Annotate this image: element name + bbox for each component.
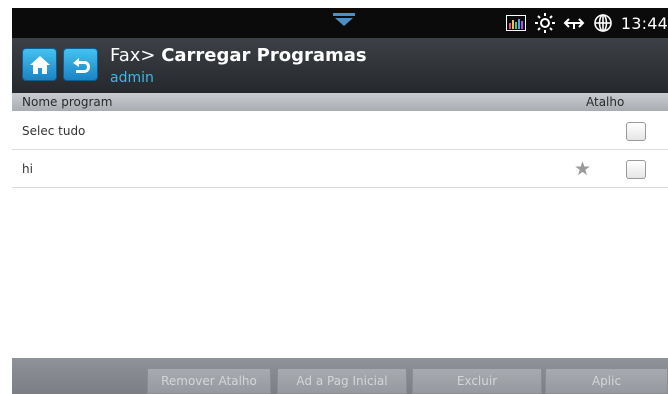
notification-drawer-icon[interactable] bbox=[333, 12, 355, 26]
select-all-row[interactable]: Selec tudo bbox=[12, 113, 668, 150]
status-icons: 13:44 bbox=[505, 8, 668, 38]
globe-icon bbox=[592, 14, 614, 32]
breadcrumb: Fax> bbox=[110, 45, 162, 66]
app-frame: 13:44 Fax> Carregar Programas admin Nome… bbox=[12, 0, 668, 394]
page-title: Fax> Carregar Programas bbox=[110, 45, 367, 66]
clock: 13:44 bbox=[620, 13, 668, 33]
signal-bars-icon bbox=[505, 14, 527, 32]
program-name: hi bbox=[22, 162, 33, 176]
list-item[interactable]: hi ★ bbox=[12, 151, 668, 188]
user-label: admin bbox=[110, 70, 154, 86]
home-button[interactable] bbox=[22, 48, 57, 81]
delete-button[interactable]: Excluir bbox=[412, 368, 542, 394]
column-name-header: Nome program bbox=[22, 95, 113, 109]
remove-shortcut-button[interactable]: Remover Atalho bbox=[147, 368, 271, 394]
select-all-label: Selec tudo bbox=[22, 124, 86, 138]
title-text: Carregar Programas bbox=[161, 45, 367, 66]
title-bar: Fax> Carregar Programas admin bbox=[12, 38, 668, 93]
network-icon bbox=[563, 14, 585, 32]
status-bar: 13:44 bbox=[12, 8, 668, 38]
column-shortcut-header: Atalho bbox=[586, 95, 625, 109]
brightness-icon bbox=[534, 13, 556, 33]
select-all-checkbox[interactable] bbox=[626, 122, 646, 141]
back-button[interactable] bbox=[63, 48, 98, 81]
home-icon bbox=[29, 55, 50, 74]
apply-button[interactable]: Aplic bbox=[545, 368, 668, 394]
star-icon[interactable]: ★ bbox=[574, 159, 591, 179]
row-checkbox[interactable] bbox=[626, 160, 646, 179]
add-to-home-button[interactable]: Ad a Pag Inicial bbox=[277, 368, 407, 394]
column-header: Nome program Atalho bbox=[12, 93, 668, 111]
back-arrow-icon bbox=[72, 57, 90, 73]
action-bar: Remover Atalho Ad a Pag Inicial Excluir … bbox=[12, 358, 668, 394]
